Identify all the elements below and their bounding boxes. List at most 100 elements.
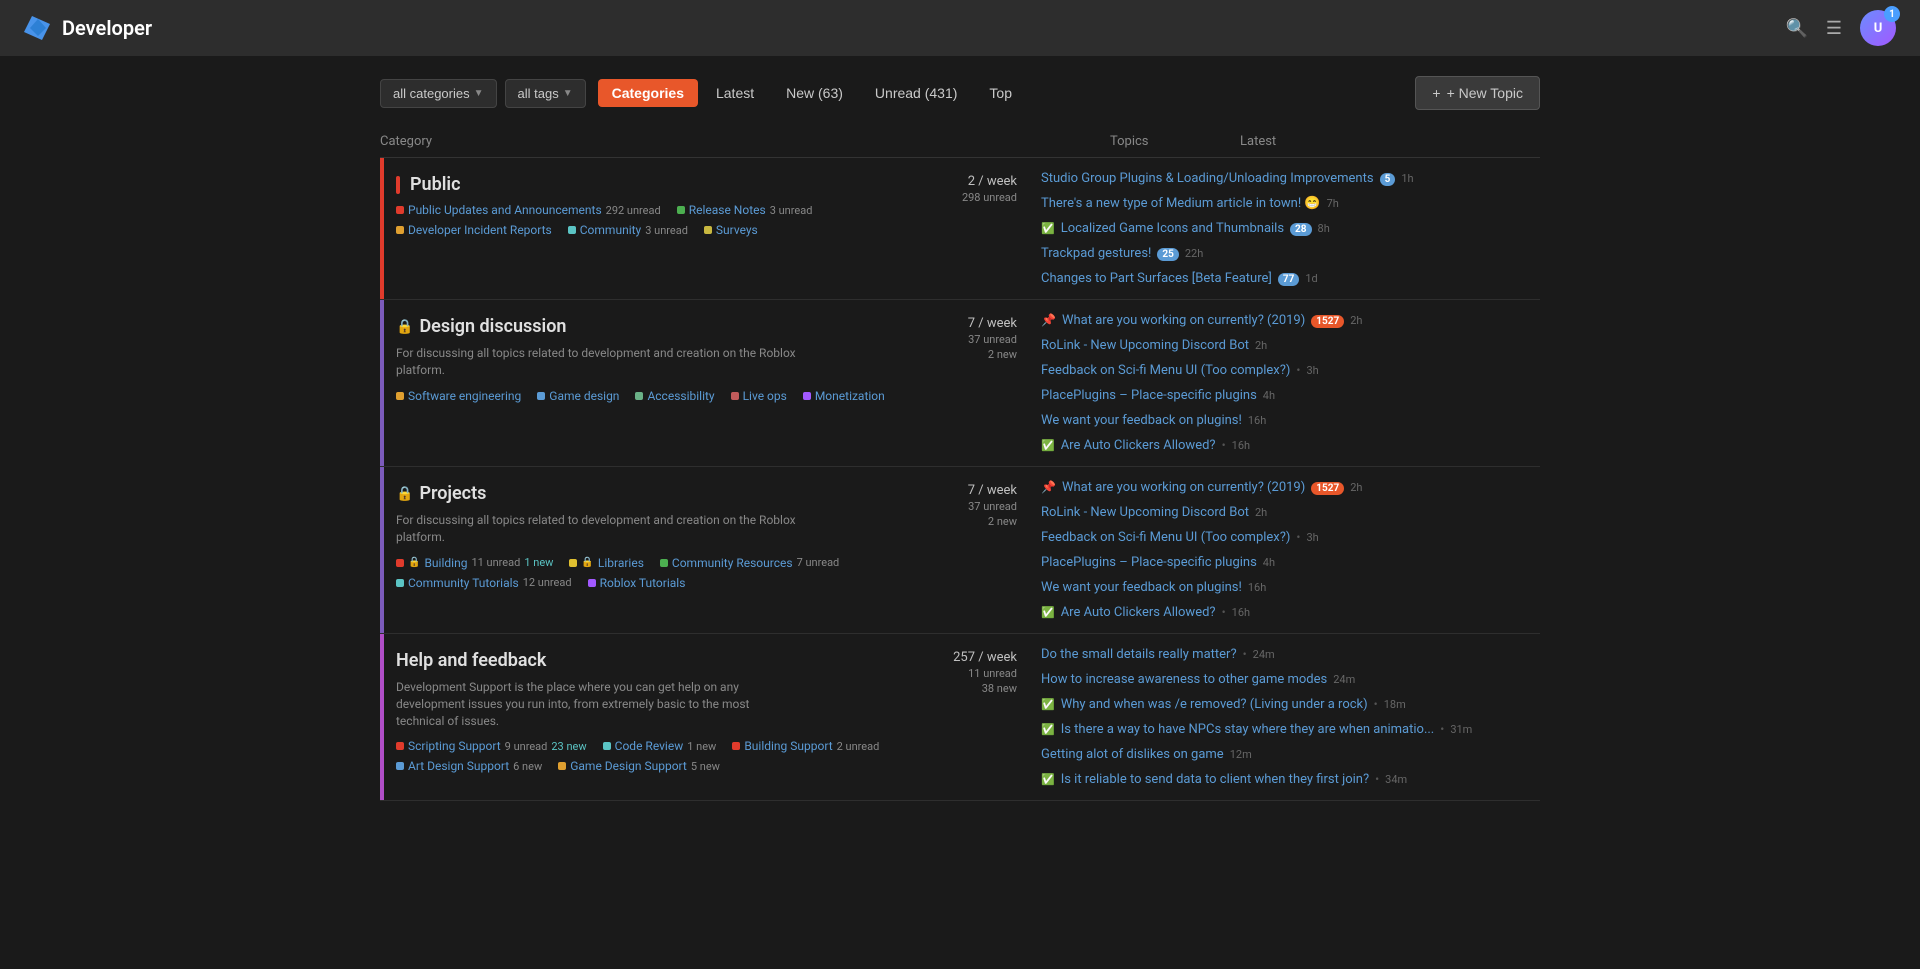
- sub-link-accessibility[interactable]: Accessibility: [647, 389, 714, 403]
- topic-link[interactable]: Getting alot of dislikes on game: [1041, 747, 1224, 762]
- sub-link-building[interactable]: Building: [424, 556, 467, 570]
- tab-latest[interactable]: Latest: [702, 79, 768, 107]
- category-link-design[interactable]: Design discussion: [419, 316, 566, 337]
- categories-filter-button[interactable]: all categories ▼: [380, 79, 497, 108]
- tab-top[interactable]: Top: [975, 79, 1026, 107]
- subcategories-projects: 🔒 Building 11 unread 1 new 🔒 Libraries C…: [396, 556, 895, 590]
- site-header: Developer 🔍 ☰ U 1: [0, 0, 1920, 56]
- sub-link-community-tutorials[interactable]: Community Tutorials: [408, 576, 519, 590]
- topic-item: Getting alot of dislikes on game 12m: [1041, 744, 1540, 765]
- site-logo-icon[interactable]: [24, 14, 52, 42]
- sub-link-libraries[interactable]: Libraries: [598, 556, 644, 570]
- sub-community: Community 3 unread: [568, 223, 688, 237]
- topic-link[interactable]: RoLink - New Upcoming Discord Bot: [1041, 505, 1249, 520]
- topic-badge: 28: [1290, 223, 1311, 236]
- category-link-help[interactable]: Help and feedback: [396, 650, 546, 671]
- sub-link-scripting[interactable]: Scripting Support: [408, 739, 501, 753]
- topic-link[interactable]: Why and when was /e removed? (Living und…: [1061, 697, 1368, 712]
- nav-tabs: Categories Latest New (63) Unread (431) …: [598, 79, 1026, 107]
- sub-dot-icon: [731, 392, 739, 400]
- tab-categories[interactable]: Categories: [598, 79, 698, 107]
- topic-link[interactable]: Is there a way to have NPCs stay where t…: [1061, 722, 1435, 737]
- sub-dot-icon: [396, 742, 404, 750]
- topic-link[interactable]: We want your feedback on plugins!: [1041, 580, 1242, 595]
- tab-unread[interactable]: Unread (431): [861, 79, 972, 107]
- sub-liveops: Live ops: [731, 389, 787, 403]
- solved-icon: ✅: [1041, 439, 1055, 452]
- categories-arrow-icon: ▼: [474, 88, 484, 99]
- topic-link[interactable]: Localized Game Icons and Thumbnails: [1061, 221, 1284, 236]
- sub-dev-incident: Developer Incident Reports: [396, 223, 552, 237]
- topic-link[interactable]: We want your feedback on plugins!: [1041, 413, 1242, 428]
- user-avatar-button[interactable]: U 1: [1860, 10, 1896, 46]
- new-topic-button[interactable]: + + New Topic: [1415, 76, 1540, 110]
- hamburger-menu-icon[interactable]: ☰: [1826, 18, 1842, 39]
- category-desc-design: For discussing all topics related to dev…: [396, 345, 796, 379]
- tab-new[interactable]: New (63): [772, 79, 857, 107]
- sub-link-game-design[interactable]: Game design: [549, 389, 619, 403]
- sub-link-building-support[interactable]: Building Support: [744, 739, 832, 753]
- sub-link-community[interactable]: Community: [580, 223, 641, 237]
- topic-link[interactable]: Trackpad gestures!: [1041, 246, 1151, 261]
- sub-lock-icon: 🔒: [581, 557, 593, 568]
- sub-dot-icon: [704, 226, 712, 234]
- topic-link[interactable]: PlacePlugins – Place-specific plugins: [1041, 555, 1257, 570]
- topic-link[interactable]: What are you working on currently? (2019…: [1062, 313, 1305, 328]
- topic-link[interactable]: RoLink - New Upcoming Discord Bot: [1041, 338, 1249, 353]
- sub-link-roblox-tutorials[interactable]: Roblox Tutorials: [600, 576, 686, 590]
- sub-link-surveys[interactable]: Surveys: [716, 223, 758, 237]
- category-topics-public: Studio Group Plugins & Loading/Unloading…: [1025, 158, 1540, 299]
- topic-link[interactable]: Changes to Part Surfaces [Beta Feature]: [1041, 271, 1272, 286]
- table-header: Category Topics Latest: [380, 130, 1540, 158]
- sub-link-public-updates[interactable]: Public Updates and Announcements: [408, 203, 602, 217]
- sub-lock-icon: 🔒: [408, 557, 420, 568]
- topic-item: ✅ Is there a way to have NPCs stay where…: [1041, 719, 1540, 740]
- topic-link[interactable]: What are you working on currently? (2019…: [1062, 480, 1305, 495]
- topic-item: Trackpad gestures! 25 22h: [1041, 243, 1540, 264]
- topic-link[interactable]: Are Auto Clickers Allowed?: [1061, 605, 1216, 620]
- topic-link[interactable]: How to increase awareness to other game …: [1041, 672, 1327, 687]
- sub-art-design: Art Design Support 6 new: [396, 759, 542, 773]
- sub-link-sw-eng[interactable]: Software engineering: [408, 389, 521, 403]
- sub-monetization: Monetization: [803, 389, 885, 403]
- sub-link-code-review[interactable]: Code Review: [615, 739, 684, 753]
- category-stats-public: 2 / week 298 unread: [895, 158, 1025, 299]
- category-link-projects[interactable]: Projects: [419, 483, 486, 504]
- topic-link[interactable]: PlacePlugins – Place-specific plugins: [1041, 388, 1257, 403]
- topic-link[interactable]: Are Auto Clickers Allowed?: [1061, 438, 1216, 453]
- sub-link-community-resources[interactable]: Community Resources: [672, 556, 793, 570]
- subcategories-public: Public Updates and Announcements 292 unr…: [396, 203, 895, 237]
- sub-link-liveops[interactable]: Live ops: [743, 389, 787, 403]
- sub-dot-icon: [588, 579, 596, 587]
- sub-dot-icon: [732, 742, 740, 750]
- header-latest: Latest: [1240, 134, 1540, 149]
- topic-link[interactable]: Do the small details really matter?: [1041, 647, 1237, 662]
- topic-link[interactable]: Is it reliable to send data to client wh…: [1061, 772, 1369, 787]
- search-icon[interactable]: 🔍: [1785, 18, 1807, 39]
- header-category: Category: [380, 134, 1110, 149]
- tags-filter-button[interactable]: all tags ▼: [505, 79, 586, 108]
- sub-link-monetization[interactable]: Monetization: [815, 389, 885, 403]
- topic-link[interactable]: Feedback on Sci-fi Menu UI (Too complex?…: [1041, 363, 1290, 378]
- topic-item: PlacePlugins – Place-specific plugins 4h: [1041, 385, 1540, 406]
- topic-badge: 5: [1380, 173, 1396, 186]
- sub-link-dev-incident[interactable]: Developer Incident Reports: [408, 223, 552, 237]
- topic-item: ✅ Why and when was /e removed? (Living u…: [1041, 694, 1540, 715]
- sub-community-tutorials: Community Tutorials 12 unread: [396, 576, 572, 590]
- sub-sw-eng: Software engineering: [396, 389, 521, 403]
- topic-link[interactable]: Studio Group Plugins & Loading/Unloading…: [1041, 171, 1374, 186]
- sub-dot-icon: [537, 392, 545, 400]
- topic-item: Changes to Part Surfaces [Beta Feature] …: [1041, 268, 1540, 289]
- topic-link[interactable]: There's a new type of Medium article in …: [1041, 196, 1321, 211]
- category-section-design: 🔒 Design discussion For discussing all t…: [380, 300, 1540, 467]
- site-title: Developer: [62, 16, 152, 40]
- sub-roblox-tutorials: Roblox Tutorials: [588, 576, 686, 590]
- sub-community-resources: Community Resources 7 unread: [660, 556, 839, 570]
- topic-link[interactable]: Feedback on Sci-fi Menu UI (Too complex?…: [1041, 530, 1290, 545]
- category-section-public: Public Public Updates and Announcements …: [380, 158, 1540, 300]
- sub-surveys: Surveys: [704, 223, 758, 237]
- sub-link-release-notes[interactable]: Release Notes: [689, 203, 766, 217]
- sub-link-game-design-support[interactable]: Game Design Support: [570, 759, 687, 773]
- sub-link-art-design[interactable]: Art Design Support: [408, 759, 509, 773]
- category-desc-help: Development Support is the place where y…: [396, 679, 796, 729]
